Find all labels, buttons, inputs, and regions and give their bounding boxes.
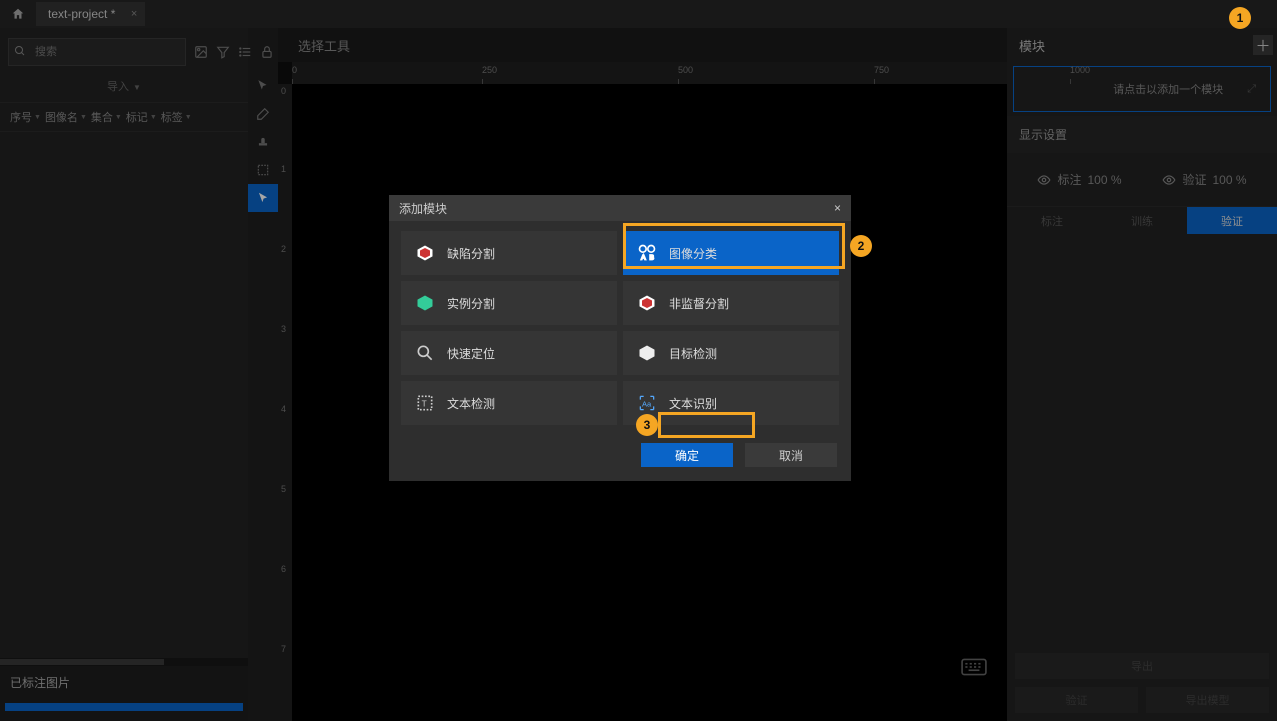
cancel-button[interactable]: 取消 [745,443,837,467]
callout-3: 3 [636,414,658,436]
add-module-dialog: 添加模块 × 缺陷分割 AB 图像分类 实例分割 非监督分割 快速定位 目标检测… [389,195,851,481]
option-text-detection[interactable]: T 文本检测 [401,381,617,425]
close-icon[interactable]: × [834,201,841,215]
option-instance-seg[interactable]: 实例分割 [401,281,617,325]
callout-2: 2 [850,235,872,257]
svg-text:B: B [650,255,655,262]
obj-det-icon [637,343,657,363]
callout-1: 1 [1229,7,1251,29]
dialog-title: 添加模块 [399,200,447,217]
defect-seg-icon [415,243,435,263]
option-image-classification[interactable]: AB 图像分类 [623,231,839,275]
option-defect-seg[interactable]: 缺陷分割 [401,231,617,275]
unsup-seg-icon [637,293,657,313]
svg-text:Aa: Aa [642,399,652,408]
svg-text:A: A [641,255,646,262]
option-unsup-seg[interactable]: 非监督分割 [623,281,839,325]
ok-button[interactable]: 确定 [641,443,733,467]
text-rec-icon: Aa [637,393,657,413]
option-object-detection[interactable]: 目标检测 [623,331,839,375]
image-cls-icon: AB [637,243,657,263]
instance-seg-icon [415,293,435,313]
svg-text:T: T [422,398,427,408]
option-quick-locate[interactable]: 快速定位 [401,331,617,375]
quick-loc-icon [415,343,435,363]
text-det-icon: T [415,393,435,413]
